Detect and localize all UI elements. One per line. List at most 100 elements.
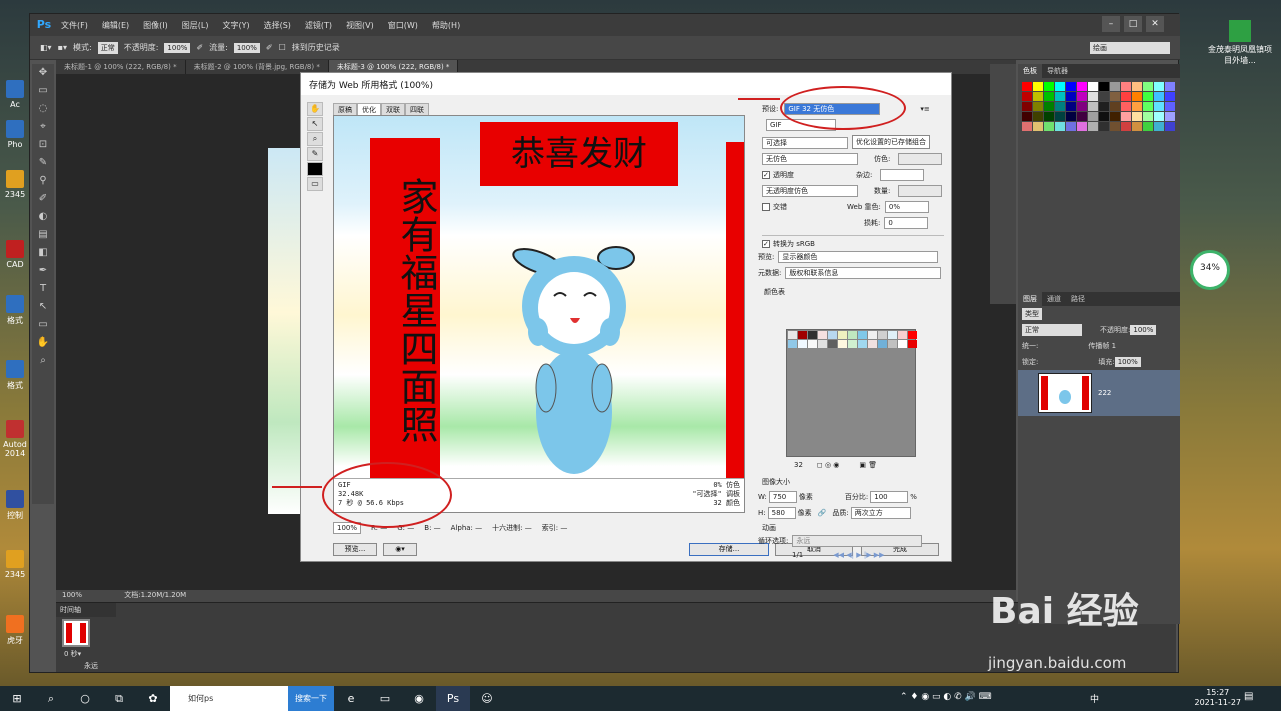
tool-icon[interactable]: ◌ bbox=[32, 100, 54, 118]
tool-icon[interactable]: ◧ bbox=[32, 244, 54, 262]
swatch[interactable] bbox=[1055, 82, 1065, 91]
color-table-swatch[interactable] bbox=[868, 331, 877, 339]
swatch[interactable] bbox=[1143, 122, 1153, 131]
animation-frame[interactable] bbox=[62, 619, 90, 647]
swatch[interactable] bbox=[1066, 112, 1076, 121]
layer-kind-select[interactable]: 类型 bbox=[1022, 308, 1042, 320]
desktop-icon[interactable]: 格式 bbox=[2, 360, 28, 391]
swatch[interactable] bbox=[1088, 102, 1098, 111]
tab-channels[interactable]: 通道 bbox=[1042, 292, 1066, 306]
colortable-actions[interactable]: ◻ ◎ ◉ ▣ 🗑 bbox=[817, 461, 877, 469]
maximize-button[interactable]: □ bbox=[1124, 16, 1142, 32]
color-table-swatch[interactable] bbox=[828, 331, 837, 339]
menu-file[interactable]: 文件(F) bbox=[61, 20, 88, 31]
quality-select[interactable]: 两次立方 bbox=[850, 507, 911, 519]
preview-button[interactable]: 预览... bbox=[333, 543, 377, 556]
frame-delay[interactable]: 0 秒▾ bbox=[64, 649, 81, 659]
swatch[interactable] bbox=[1132, 122, 1142, 131]
swatch[interactable] bbox=[1044, 112, 1054, 121]
swatch[interactable] bbox=[1165, 92, 1175, 101]
swatch[interactable] bbox=[1143, 92, 1153, 101]
desktop-icon[interactable]: 2345 bbox=[2, 550, 28, 579]
slice-select-icon[interactable]: ↖ bbox=[307, 117, 323, 131]
swatch[interactable] bbox=[1165, 102, 1175, 111]
folder-icon[interactable]: ▭ bbox=[368, 686, 402, 711]
swatch[interactable] bbox=[1165, 82, 1175, 91]
swatch[interactable] bbox=[1165, 112, 1175, 121]
color-table-swatch[interactable] bbox=[818, 340, 827, 348]
tool-icon[interactable]: T bbox=[32, 280, 54, 298]
ie-icon[interactable]: e bbox=[334, 686, 368, 711]
swatch[interactable] bbox=[1143, 102, 1153, 111]
swatch[interactable] bbox=[1055, 92, 1065, 101]
swatch[interactable] bbox=[1066, 122, 1076, 131]
swatch[interactable] bbox=[1077, 112, 1087, 121]
swatch[interactable] bbox=[1022, 82, 1032, 91]
flow-input[interactable]: 100% bbox=[233, 42, 260, 53]
swatch[interactable] bbox=[1132, 102, 1142, 111]
windows-start-icon[interactable]: ⊞ bbox=[0, 686, 34, 711]
tool-icon[interactable]: ✎ bbox=[32, 154, 54, 172]
tool-icon[interactable]: ▤ bbox=[32, 226, 54, 244]
swatch[interactable] bbox=[1132, 92, 1142, 101]
airbrush-icon[interactable]: ✐ bbox=[266, 43, 273, 52]
swatch-grid[interactable] bbox=[1018, 78, 1180, 135]
swatch[interactable] bbox=[1154, 92, 1164, 101]
tab-layers[interactable]: 图层 bbox=[1018, 292, 1042, 306]
swatch[interactable] bbox=[1132, 82, 1142, 91]
fill-input[interactable]: 100% bbox=[1114, 357, 1141, 367]
browser-select[interactable]: ◉▾ bbox=[383, 543, 417, 556]
swatch[interactable] bbox=[1099, 112, 1109, 121]
metadata-select[interactable]: 版权和联系信息 bbox=[785, 267, 942, 279]
desktop-icon[interactable]: 2345 bbox=[2, 170, 28, 199]
history-checkbox[interactable]: ☐ bbox=[279, 43, 286, 52]
swatch[interactable] bbox=[1110, 122, 1120, 131]
desktop-icon[interactable]: 虎牙 bbox=[2, 615, 28, 646]
color-table-swatch[interactable] bbox=[808, 340, 817, 348]
trans-dither-select[interactable]: 无透明度仿色 bbox=[762, 185, 858, 197]
tool-icon[interactable]: ⚲ bbox=[32, 172, 54, 190]
color-table-swatch[interactable] bbox=[888, 340, 897, 348]
swatch[interactable] bbox=[1121, 82, 1131, 91]
color-table[interactable] bbox=[786, 329, 917, 457]
optimized-preview[interactable]: 恭喜发财 家有福星四面照 GIF 32.48K 7 秒 @ 56.6 Kbps … bbox=[333, 115, 745, 513]
swatch[interactable] bbox=[1077, 102, 1087, 111]
blend-mode-select[interactable]: 正常 bbox=[1022, 324, 1082, 336]
swatch[interactable] bbox=[1132, 112, 1142, 121]
minimize-button[interactable]: – bbox=[1102, 16, 1120, 32]
system-clock[interactable]: 15:27 2021-11-27 bbox=[1195, 688, 1242, 708]
dither-algo-select[interactable]: 无仿色 bbox=[762, 153, 858, 165]
swatch[interactable] bbox=[1066, 82, 1076, 91]
width-input[interactable]: 750 bbox=[768, 491, 797, 503]
websnap-input[interactable]: 0% bbox=[884, 201, 929, 213]
performance-widget[interactable]: 34% bbox=[1190, 250, 1230, 290]
reduction-select[interactable]: 可选择 bbox=[762, 137, 848, 149]
avatar-icon[interactable]: ☺ bbox=[470, 686, 504, 711]
taskbar-search-button[interactable]: 搜索一下 bbox=[288, 686, 334, 711]
swatch[interactable] bbox=[1033, 92, 1043, 101]
swatch[interactable] bbox=[1121, 92, 1131, 101]
swatch[interactable] bbox=[1022, 112, 1032, 121]
color-table-swatch[interactable] bbox=[908, 331, 917, 339]
menu-view[interactable]: 视图(V) bbox=[346, 20, 374, 31]
swatch[interactable] bbox=[1121, 112, 1131, 121]
eraser-icon[interactable]: ◧▾ bbox=[40, 43, 52, 52]
swatch[interactable] bbox=[1154, 112, 1164, 121]
swatch[interactable] bbox=[1066, 102, 1076, 111]
opacity-input[interactable]: 100% bbox=[164, 42, 191, 53]
swatch[interactable] bbox=[1066, 92, 1076, 101]
color-table-swatch[interactable] bbox=[828, 340, 837, 348]
percent-input[interactable]: 100 bbox=[870, 491, 909, 503]
matte-select[interactable] bbox=[880, 169, 925, 181]
swatch[interactable] bbox=[1055, 102, 1065, 111]
desktop-icon[interactable]: 格式 bbox=[2, 295, 28, 326]
mode-select[interactable]: 正常 bbox=[97, 41, 118, 54]
swatch[interactable] bbox=[1077, 92, 1087, 101]
menu-type[interactable]: 文字(Y) bbox=[222, 20, 249, 31]
swatch[interactable] bbox=[1044, 92, 1054, 101]
tab-doc-1[interactable]: 未标题-1 @ 100% (222, RGB/8) * bbox=[56, 60, 186, 74]
cortana-icon[interactable]: ○ bbox=[68, 686, 102, 711]
workspace-select[interactable]: 绘画 bbox=[1090, 41, 1170, 54]
options-menu-icon[interactable]: ▾≡ bbox=[920, 105, 929, 113]
swatch[interactable] bbox=[1033, 112, 1043, 121]
